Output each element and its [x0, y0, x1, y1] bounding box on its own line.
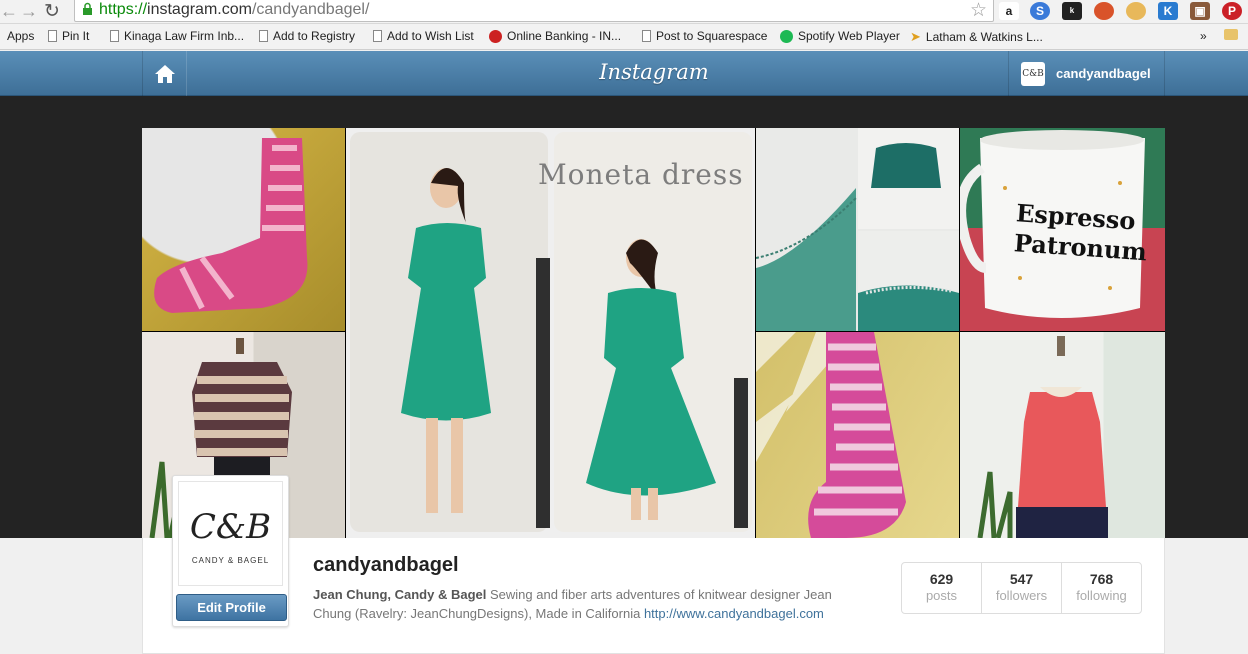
bookmarks-bar: Apps Pin It Kinaga Law Firm Inb... Add t… — [0, 24, 1248, 50]
bookmark-item[interactable]: Online Banking - IN... — [489, 29, 621, 43]
edit-profile-button[interactable]: Edit Profile — [176, 594, 287, 621]
photo-coral-top[interactable] — [960, 332, 1165, 538]
extension-icon[interactable] — [1126, 2, 1146, 20]
stat-posts[interactable]: 629 posts — [902, 563, 982, 613]
bookmark-item[interactable]: Spotify Web Player — [780, 29, 900, 43]
bookmark-apps[interactable]: Apps — [7, 29, 34, 43]
forward-icon[interactable]: → — [20, 1, 38, 22]
user-menu-button[interactable]: C&B candyandbagel — [1008, 51, 1165, 96]
profile-username: candyandbagel — [313, 554, 459, 576]
page-icon — [48, 30, 57, 42]
bookmark-item[interactable]: Add to Wish List — [373, 29, 474, 43]
bio-name: Jean Chung, Candy & Bagel — [313, 587, 487, 602]
reload-icon[interactable]: ↻ — [44, 0, 60, 23]
stat-number: 629 — [929, 571, 954, 587]
profile-avatar[interactable]: C&B CANDY & BAGEL — [178, 481, 283, 586]
bookmark-item[interactable]: Add to Registry — [259, 29, 355, 43]
arrow-icon: ➤ — [910, 29, 921, 44]
knit-image — [756, 332, 906, 538]
bookmark-star-icon[interactable]: ☆ — [970, 0, 987, 22]
profile-bio: Jean Chung, Candy & Bagel Sewing and fib… — [313, 585, 868, 623]
bio-link[interactable]: http://www.candyandbagel.com — [644, 606, 824, 621]
stat-number: 547 — [1009, 571, 1034, 587]
stat-label: followers — [995, 588, 1048, 603]
instagram-header: Instagram C&B candyandbagel — [0, 51, 1248, 96]
top-image — [977, 336, 1108, 538]
avatar: C&B — [1021, 62, 1045, 86]
instagram-extension-icon[interactable]: ▣ — [1190, 2, 1210, 20]
dress-caption: Moneta dress — [538, 158, 744, 191]
skype-extension-icon[interactable]: S — [1030, 2, 1050, 20]
bookmarks-overflow-chevron[interactable]: » — [1200, 29, 1207, 43]
k-extension-icon[interactable]: K — [1158, 2, 1178, 20]
stat-label: following — [1076, 588, 1127, 603]
bookmark-item[interactable]: Post to Squarespace — [642, 29, 767, 43]
logo-caption: CANDY & BAGEL — [191, 556, 270, 565]
page-icon — [642, 30, 651, 42]
profile-stats: 629 posts 547 followers 768 following — [901, 562, 1142, 614]
bookmark-item[interactable]: Kinaga Law Firm Inb... — [110, 29, 244, 43]
photo-moneta-dress[interactable]: Moneta dress — [346, 128, 755, 538]
sock-image — [154, 138, 308, 313]
page-icon — [110, 30, 119, 42]
back-icon[interactable]: ← — [0, 1, 18, 22]
photo-mosaic: Moneta dress Espresso Patronum — [142, 128, 1165, 538]
page-icon — [373, 30, 382, 42]
bank-icon — [489, 29, 502, 43]
photo-espresso-mug[interactable]: Espresso Patronum — [960, 128, 1165, 331]
browser-toolbar: ← → ↻ https://instagram.com/candyandbage… — [0, 0, 1248, 24]
photo-sock[interactable] — [142, 128, 345, 331]
stat-followers[interactable]: 547 followers — [982, 563, 1062, 613]
profile-card: C&B CANDY & BAGEL Edit Profile candyandb… — [142, 475, 1165, 654]
pinterest-extension-icon[interactable]: P — [1222, 2, 1242, 20]
kindle-extension-icon[interactable]: k — [1062, 2, 1082, 20]
mug-text: Espresso Patronum — [1013, 198, 1148, 267]
logo-monogram: C&B — [189, 507, 272, 547]
photo-teal-fabric[interactable] — [756, 128, 959, 331]
stat-number: 768 — [1089, 571, 1114, 587]
lock-icon — [83, 2, 92, 15]
folder-icon[interactable] — [1224, 29, 1238, 40]
url-text: https://instagram.com/candyandbagel/ — [99, 1, 370, 18]
amazon-extension-icon[interactable]: a — [999, 2, 1019, 20]
extension-icon[interactable] — [1094, 2, 1114, 20]
stat-following[interactable]: 768 following — [1062, 563, 1141, 613]
fabric-image — [756, 128, 959, 331]
bookmark-item[interactable]: Pin It — [48, 29, 89, 43]
bookmark-item[interactable]: ➤ Latham & Watkins L... — [910, 29, 1043, 45]
address-bar[interactable]: https://instagram.com/candyandbagel/ ☆ — [74, 0, 994, 22]
page-icon — [259, 30, 268, 42]
header-username: candyandbagel — [1056, 66, 1151, 81]
photo-striped-knit[interactable] — [756, 332, 959, 538]
spotify-icon — [780, 29, 793, 43]
stat-label: posts — [925, 588, 958, 603]
profile-avatar-box: C&B CANDY & BAGEL Edit Profile — [172, 475, 289, 627]
